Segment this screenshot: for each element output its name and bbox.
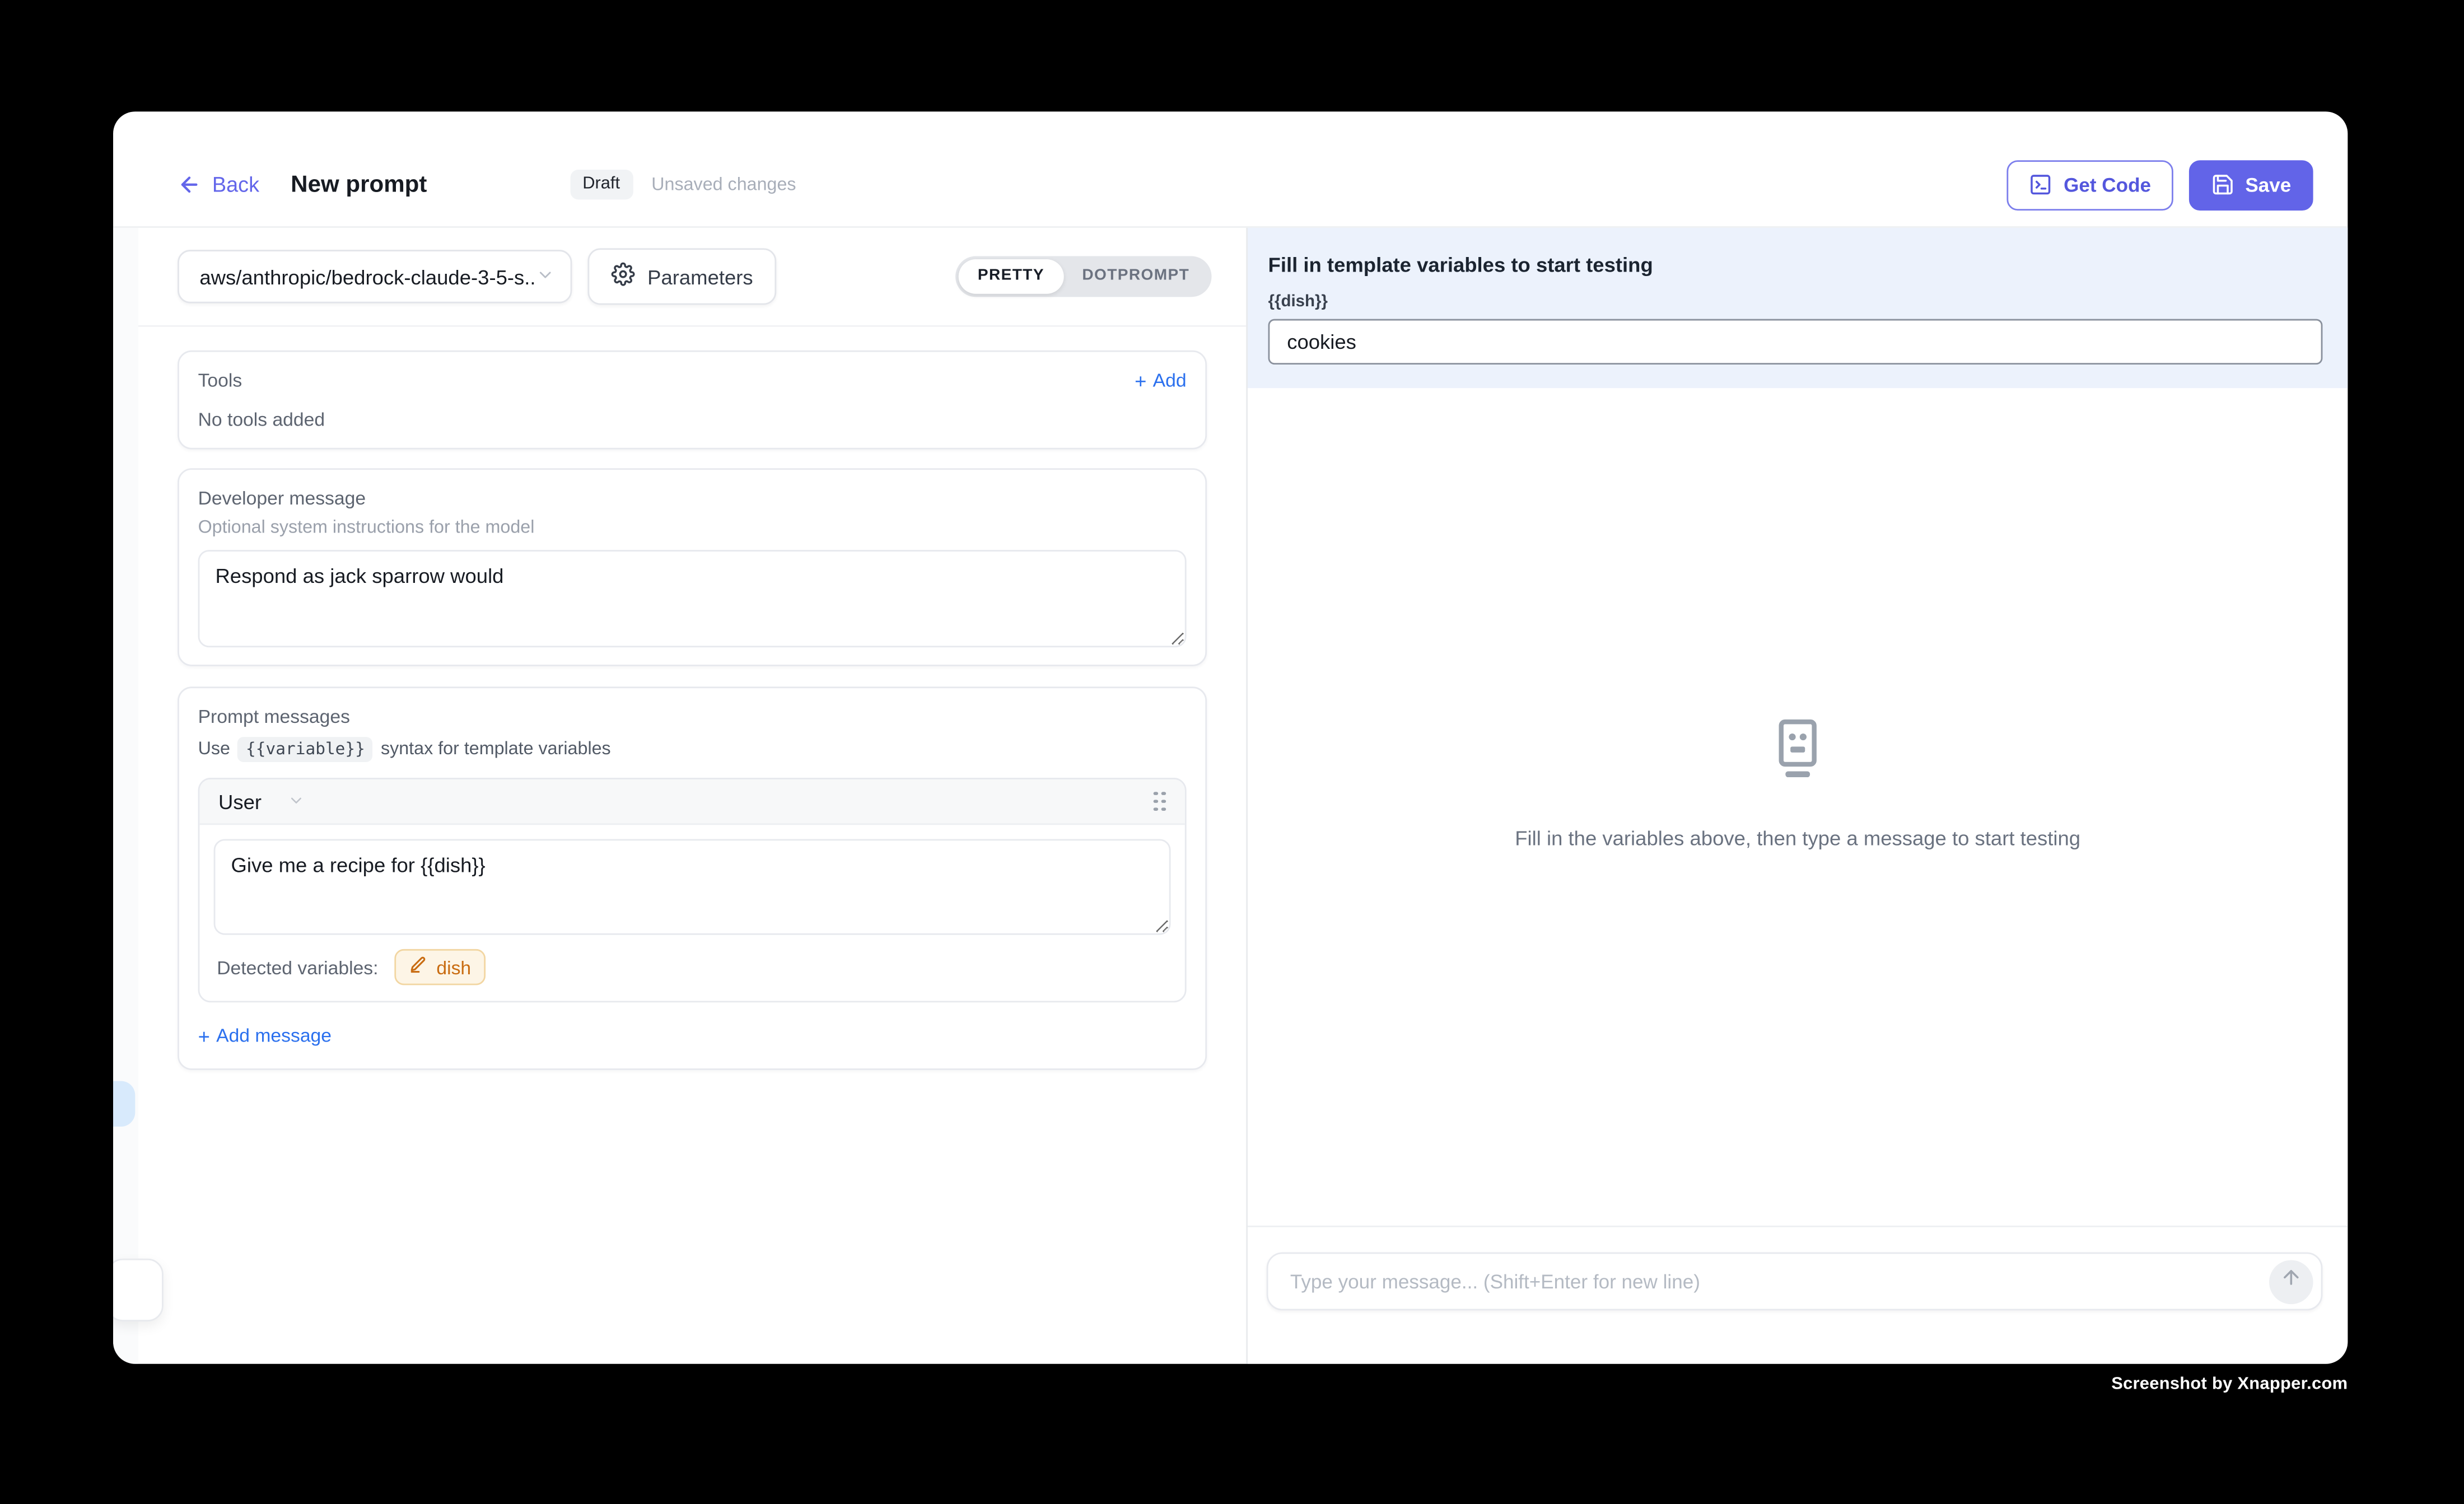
back-arrow-icon	[178, 173, 201, 197]
syntax-hint-suffix: syntax for template variables	[381, 740, 611, 759]
save-label: Save	[2245, 174, 2291, 195]
sidebar-active-item[interactable]	[113, 1081, 135, 1127]
get-code-button[interactable]: Get Code	[2007, 160, 2173, 210]
empty-state-text: Fill in the variables above, then type a…	[1515, 826, 2080, 849]
terminal-icon	[2029, 173, 2052, 197]
status-badge: Draft	[570, 170, 633, 199]
toggle-dotprompt[interactable]: DOTPROMPT	[1063, 259, 1208, 294]
prompt-messages-title: Prompt messages	[198, 706, 1187, 727]
add-tool-button[interactable]: + Add	[1135, 369, 1186, 391]
back-button[interactable]: Back	[178, 173, 259, 197]
detected-variables-label: Detected variables:	[217, 956, 378, 978]
chevron-down-icon	[288, 790, 306, 813]
parameters-button[interactable]: Parameters	[587, 248, 776, 305]
message-header: User	[199, 779, 1184, 825]
composer-section	[1248, 1226, 2348, 1364]
tools-card: Tools + Add No tools added	[178, 351, 1207, 450]
message-input[interactable]: Give me a recipe for {{dish}}	[214, 839, 1171, 935]
send-button[interactable]	[2269, 1259, 2313, 1304]
message-block: User Give me a recipe for	[198, 778, 1187, 1002]
back-label: Back	[212, 173, 259, 197]
plus-icon: +	[198, 1025, 210, 1045]
header-bar: Back New prompt Draft Unsaved changes Ge…	[113, 111, 2348, 228]
developer-message-subtitle: Optional system instructions for the mod…	[198, 519, 1187, 538]
model-selector-value: aws/anthropic/bedrock-claude-3-5-s...	[199, 265, 536, 288]
arrow-up-icon	[2280, 1267, 2302, 1296]
model-toolbar: aws/anthropic/bedrock-claude-3-5-s... Pa…	[138, 228, 1246, 327]
chat-empty-state: Fill in the variables above, then type a…	[1248, 388, 2348, 1226]
save-icon	[2211, 173, 2234, 197]
add-message-label: Add message	[216, 1025, 332, 1047]
syntax-hint-prefix: Use	[198, 740, 230, 759]
dish-variable-input[interactable]	[1268, 319, 2323, 365]
detected-variables-row: Detected variables: dish	[214, 949, 1171, 985]
screenshot-canvas: Back New prompt Draft Unsaved changes Ge…	[0, 0, 2464, 1503]
syntax-hint: Use {{variable}} syntax for template var…	[198, 737, 1187, 762]
developer-message-title: Developer message	[198, 487, 1187, 509]
template-variables-section: Fill in template variables to start test…	[1248, 228, 2348, 388]
dish-variable-label: {{dish}}	[1268, 292, 2323, 311]
template-variables-title: Fill in template variables to start test…	[1268, 253, 2323, 277]
add-message-button[interactable]: + Add message	[198, 1025, 1187, 1047]
get-code-label: Get Code	[2064, 174, 2151, 195]
pencil-icon	[408, 955, 427, 979]
app-window: Back New prompt Draft Unsaved changes Ge…	[113, 111, 2348, 1363]
unsaved-changes-text: Unsaved changes	[651, 175, 796, 194]
role-value: User	[218, 790, 262, 813]
robot-icon	[1770, 717, 1826, 786]
gear-icon	[612, 263, 635, 291]
role-selector[interactable]: User	[218, 790, 306, 813]
variable-syntax-chip: {{variable}}	[238, 737, 373, 762]
watermark-text: Screenshot by Xnapper.com	[2111, 1375, 2348, 1394]
composer-box	[1267, 1252, 2323, 1310]
test-panel: Fill in template variables to start test…	[1248, 228, 2348, 1364]
message-composer-input[interactable]	[1287, 1269, 2269, 1294]
format-toggle: PRETTY DOTPROMPT	[956, 256, 1212, 297]
prompt-messages-card: Prompt messages Use {{variable}} syntax …	[178, 686, 1207, 1070]
drag-handle-icon[interactable]	[1154, 791, 1166, 811]
developer-message-card: Developer message Optional system instru…	[178, 468, 1207, 666]
tools-title: Tools	[198, 369, 242, 391]
developer-message-input[interactable]: Respond as jack sparrow would	[198, 550, 1187, 647]
variable-chip-label: dish	[436, 956, 471, 978]
add-tool-label: Add	[1153, 369, 1187, 391]
save-button[interactable]: Save	[2188, 160, 2313, 210]
sidebar-popover	[113, 1259, 164, 1321]
sidebar-rail	[113, 228, 138, 1364]
model-selector[interactable]: aws/anthropic/bedrock-claude-3-5-s...	[178, 250, 572, 303]
tools-empty-text: No tools added	[198, 409, 1187, 431]
chevron-down-icon	[536, 265, 555, 288]
variable-chip-dish[interactable]: dish	[394, 949, 486, 985]
editor-scroll-area: Tools + Add No tools added Developer mes…	[138, 327, 1246, 1070]
plus-icon: +	[1135, 370, 1146, 390]
page-title: New prompt	[291, 171, 427, 198]
toggle-pretty[interactable]: PRETTY	[959, 259, 1063, 294]
parameters-label: Parameters	[647, 265, 753, 288]
prompt-editor-panel: aws/anthropic/bedrock-claude-3-5-s... Pa…	[138, 228, 1246, 1364]
